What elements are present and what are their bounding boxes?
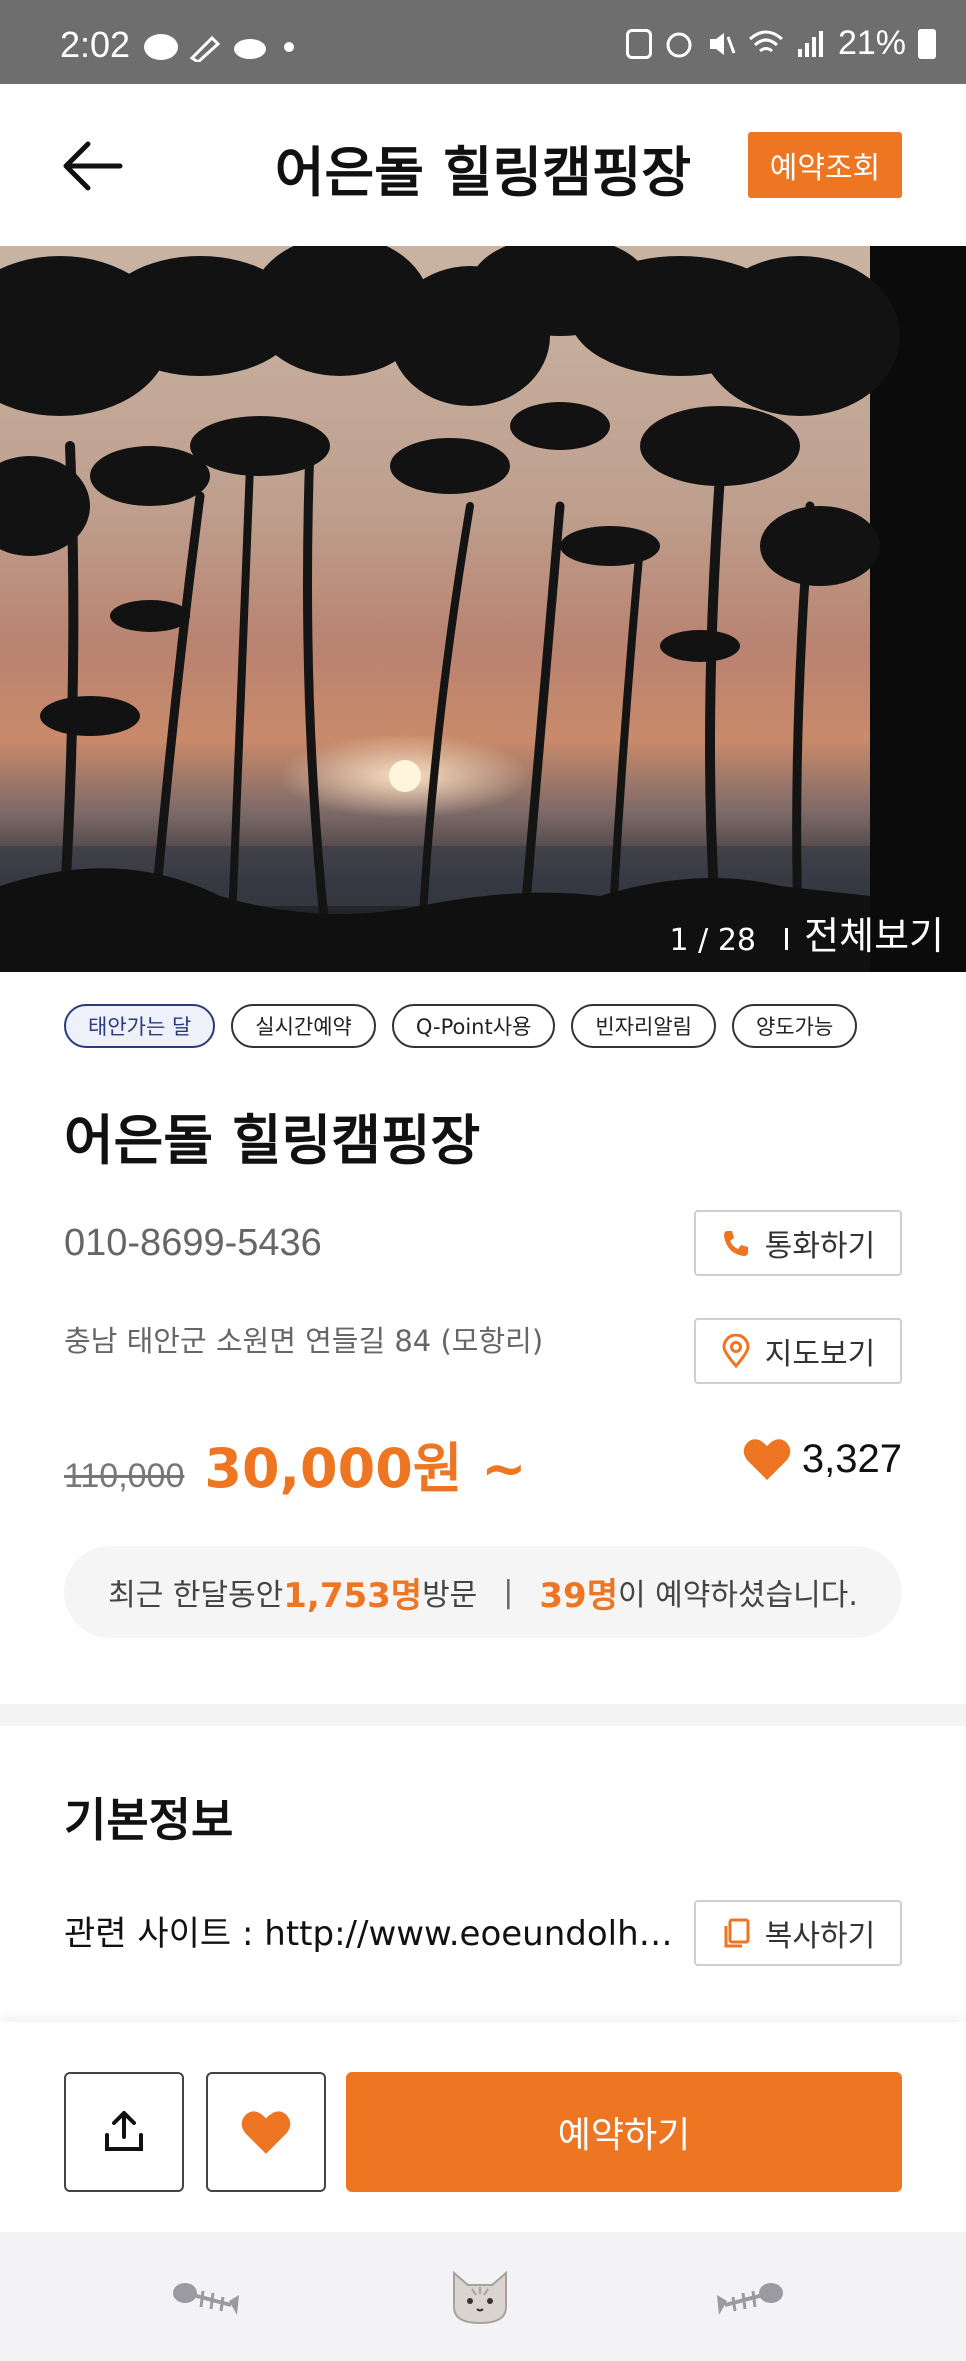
fishbone-icon [173,2283,239,2315]
sale-price: 30,000원 ~ [204,1437,527,1500]
related-site-url[interactable]: http://www.eoeundolhealingcamping.com [264,1914,684,1954]
phone-number: 010-8699-5436 [64,1222,322,1264]
visit-stats: 최근 한달동안 1,753명 방문 | 39명 이 예약하셨습니다. [64,1546,902,1638]
heart-icon [241,2111,291,2154]
system-icons: 21% [625,24,936,63]
counter-divider [785,928,788,950]
battery-saver-icon [625,28,652,59]
related-site-row: 관련 사이트 : http://www.eoeundolhealingcampi… [64,1906,684,1955]
call-button-label: 통화하기 [764,1229,876,1264]
copy-icon [724,1918,750,1948]
book-now-button[interactable]: 예약하기 [346,2072,902,2192]
status-bar: 2:02 21% [0,0,966,84]
tag-chip[interactable]: 빈자리알림 [571,1004,716,1048]
price-row: 110,000 30,000원 ~ [64,1424,527,1503]
heart-icon [743,1439,791,1480]
like-count: 3,327 [742,1436,902,1482]
phone-icon [723,1231,748,1256]
tag-chip[interactable]: Q-Point사용 [391,1004,556,1048]
signal-icon [797,30,823,57]
tag-chip[interactable]: 양도가능 [731,1004,858,1048]
map-pin-icon [722,1334,750,1368]
battery-icon [918,28,936,59]
fishbone-icon [717,2283,783,2315]
like-count-value: 3,327 [801,1436,902,1481]
reservation-lookup-button[interactable]: 예약조회 [748,132,902,198]
copy-button-label: 복사하기 [764,1919,876,1954]
booking-count: 39명 [539,1575,618,1616]
address: 충남 태안군 소원면 연들길 84 (모항리) [64,1324,544,1358]
wishlist-button[interactable] [206,2072,326,2192]
view-map-label: 지도보기 [764,1337,876,1372]
cat-face-icon [453,2270,507,2325]
basic-info-title: 기본정보 [64,1793,234,1847]
section-divider [0,1704,966,1726]
battery-percent: 21% [837,24,906,62]
photo-counter: 1 / 28 [669,923,756,958]
mute-icon [709,32,736,55]
share-button[interactable] [64,2072,184,2192]
tab-left[interactable] [166,2266,246,2326]
visit-separator: | [503,1574,514,1610]
notification-icons [144,32,294,62]
visit-prefix: 최근 한달동안 [108,1578,284,1613]
more-notifications-icon [284,42,294,52]
visitor-count: 1,753명 [283,1575,423,1616]
tag-chip[interactable]: 태안가는 달 [64,1004,216,1048]
call-button[interactable]: 통화하기 [694,1210,902,1276]
wifi-icon [748,30,783,52]
talk-icon [144,34,178,60]
tab-home[interactable] [440,2266,520,2326]
pencil-icon [189,35,221,62]
app-header: 어은돌 힐링캠핑장 예약조회 [0,84,966,246]
share-icon [105,2111,143,2151]
feature-tags: 태안가는 달 실시간예약 Q-Point사용 빈자리알림 양도가능 [64,1004,858,1048]
view-map-button[interactable]: 지도보기 [694,1318,902,1384]
campsite-name: 어은돌 힐링캠핑장 [64,1109,481,1172]
status-time: 2:02 [60,24,131,65]
copy-button[interactable]: 복사하기 [694,1900,902,1966]
alarm-icon [666,32,692,57]
tab-right[interactable] [710,2266,790,2326]
view-all-photos-link[interactable]: 전체보기 [804,905,944,960]
tag-chip[interactable]: 실시간예약 [231,1004,376,1048]
bottom-tab-bar [0,2232,966,2361]
sunset-pine-photo [0,246,966,972]
booking-suffix: 이 예약하셨습니다. [618,1578,858,1613]
related-site-label: 관련 사이트 : [64,1914,265,1954]
original-price: 110,000 [64,1457,185,1495]
photo-gallery[interactable]: 1 / 28 전체보기 [0,246,966,972]
visit-suffix: 방문 [422,1578,478,1613]
bottom-action-bar: 예약하기 [0,2022,966,2232]
cloud-icon [234,39,266,59]
